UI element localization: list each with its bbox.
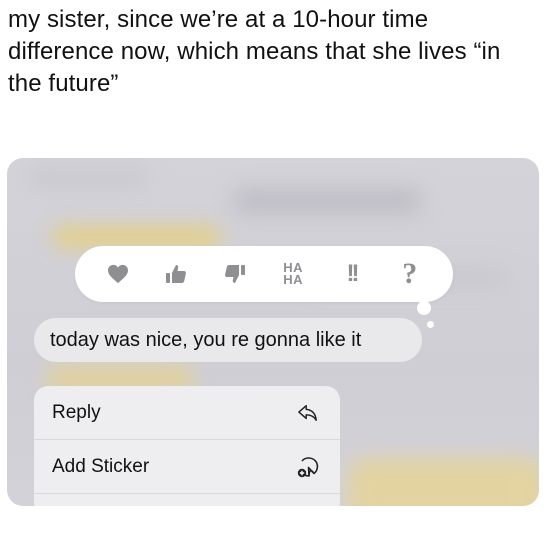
meme-caption: my sister, since we’re at a 10-hour time…: [8, 6, 501, 97]
thumbs-down-icon[interactable]: [215, 254, 255, 294]
context-menu: Reply Add Sticker: [34, 386, 340, 506]
reply-menu-item[interactable]: Reply: [34, 386, 340, 440]
reply-label: Reply: [52, 401, 101, 423]
tapback-tail-dot: [427, 321, 434, 328]
add-sticker-label: Add Sticker: [52, 455, 150, 477]
message-text: today was nice, you re gonna like it: [50, 328, 362, 351]
tapback-reaction-bar: HA HA !! ?: [75, 246, 453, 302]
blurred-background: [52, 226, 222, 248]
add-sticker-icon: [294, 453, 322, 481]
add-sticker-menu-item[interactable]: Add Sticker: [34, 440, 340, 494]
exclamation-icon[interactable]: !!: [331, 254, 371, 294]
thumbs-up-icon[interactable]: [156, 254, 196, 294]
message-bubble[interactable]: today was nice, you re gonna like it: [34, 318, 422, 362]
blurred-background: [232, 188, 422, 214]
tapback-tail-dot: [417, 301, 431, 315]
reply-arrow-icon: [294, 399, 322, 427]
haha-icon[interactable]: HA HA: [273, 254, 313, 294]
blurred-background: [27, 168, 147, 186]
messages-screenshot: HA HA !! ? today was nice, you re gonna l…: [7, 158, 539, 506]
heart-icon[interactable]: [98, 254, 138, 294]
blurred-background: [347, 458, 539, 506]
question-icon[interactable]: ?: [390, 254, 430, 294]
